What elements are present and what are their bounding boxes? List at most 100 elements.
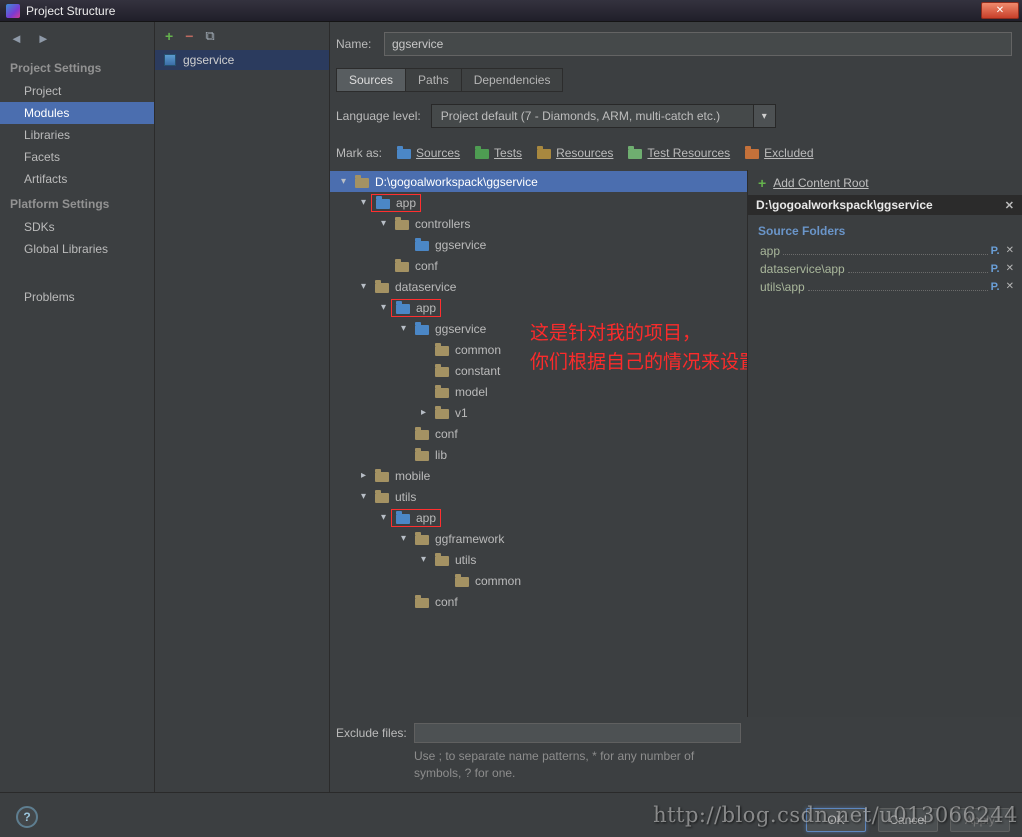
chevron-down-icon[interactable]: ▾: [396, 533, 411, 544]
tree-row[interactable]: conf: [330, 423, 747, 444]
ok-button[interactable]: OK: [806, 808, 866, 832]
tab-sources[interactable]: Sources: [336, 68, 406, 92]
tree-row[interactable]: ▾D:\gogoalworkspack\ggservice: [330, 171, 747, 192]
package-prefix-icon[interactable]: P.: [991, 244, 1000, 258]
chevron-down-icon[interactable]: ▾: [396, 323, 411, 334]
tree-node-label: app: [416, 301, 436, 315]
tree-row[interactable]: ▾ggframework: [330, 528, 747, 549]
tree-row[interactable]: ▸mobile: [330, 465, 747, 486]
folder-icon: [435, 367, 449, 377]
exclude-files-input[interactable]: [414, 723, 741, 743]
name-row: Name:: [336, 32, 1012, 56]
tree-row[interactable]: ▾app: [330, 192, 747, 213]
tree-row[interactable]: lib: [330, 444, 747, 465]
back-icon[interactable]: ◄: [10, 31, 23, 46]
content-root-panel: + Add Content Root D:\gogoalworkspack\gg…: [747, 170, 1022, 717]
dialog-footer: ? http://blog.csdn.net/u013066244 OK Can…: [0, 792, 1022, 837]
package-prefix-icon[interactable]: P.: [991, 280, 1000, 294]
folder-icon: [435, 556, 449, 566]
chevron-down-icon[interactable]: ▾: [416, 554, 431, 565]
tree-row[interactable]: ▾dataservice: [330, 276, 747, 297]
tree-node-label: common: [455, 343, 501, 357]
remove-module-icon[interactable]: −: [185, 29, 193, 43]
chevron-down-icon[interactable]: ▾: [356, 197, 371, 208]
mark-as-resources[interactable]: Resources: [537, 146, 613, 160]
source-folder-row[interactable]: utils\appP.✕: [748, 278, 1022, 296]
chevron-down-icon[interactable]: ▾: [376, 302, 391, 313]
chevron-down-icon[interactable]: ▾: [753, 105, 775, 127]
dialog-content: ◄ ► Project SettingsProjectModulesLibrar…: [0, 22, 1022, 792]
module-list-item[interactable]: ggservice: [155, 50, 329, 70]
sidebar-item-artifacts[interactable]: Artifacts: [0, 168, 154, 190]
tree-row[interactable]: model: [330, 381, 747, 402]
copy-module-icon[interactable]: ⧉: [205, 29, 214, 43]
source-folder-row[interactable]: appP.✕: [748, 242, 1022, 260]
modules-toolbar: + − ⧉: [155, 22, 329, 50]
tab-paths[interactable]: Paths: [405, 68, 462, 92]
sidebar-item-libraries[interactable]: Libraries: [0, 124, 154, 146]
exclude-files-label: Exclude files:: [336, 726, 414, 740]
sidebar-item-sdks[interactable]: SDKs: [0, 216, 154, 238]
tree-row[interactable]: ▸v1: [330, 402, 747, 423]
remove-content-root-icon[interactable]: ✕: [1005, 199, 1014, 212]
tree-node-label: controllers: [415, 217, 470, 231]
module-label: ggservice: [183, 53, 234, 67]
module-name-input[interactable]: [384, 32, 1012, 56]
content-root-header[interactable]: D:\gogoalworkspack\ggservice ✕: [748, 195, 1022, 215]
add-content-root-button[interactable]: + Add Content Root: [748, 170, 1022, 195]
chevron-down-icon[interactable]: ▾: [356, 491, 371, 502]
chevron-down-icon[interactable]: ▾: [356, 281, 371, 292]
folder-icon: [396, 304, 410, 314]
red-annotation-text: 这是针对我的项目， 你们根据自己的情况来设置: [530, 319, 747, 377]
sidebar-item-project[interactable]: Project: [0, 80, 154, 102]
sidebar-item-modules[interactable]: Modules: [0, 102, 154, 124]
mark-as-test-resources[interactable]: Test Resources: [628, 146, 730, 160]
remove-source-folder-icon[interactable]: ✕: [1006, 280, 1014, 294]
help-button[interactable]: ?: [16, 806, 38, 828]
sidebar-item-problems[interactable]: Problems: [0, 286, 154, 308]
chevron-right-icon[interactable]: ▸: [356, 470, 371, 481]
tab-dependencies[interactable]: Dependencies: [461, 68, 564, 92]
tree-row[interactable]: ggservice: [330, 234, 747, 255]
cancel-button[interactable]: Cancel: [878, 808, 938, 832]
remove-source-folder-icon[interactable]: ✕: [1006, 244, 1014, 258]
titlebar[interactable]: Project Structure ✕: [0, 0, 1022, 22]
tree-node-label: utils: [395, 490, 416, 504]
folder-icon: [415, 535, 429, 545]
add-module-icon[interactable]: +: [165, 29, 173, 43]
apply-button[interactable]: Apply: [950, 808, 1010, 832]
add-content-root-label: Add Content Root: [773, 176, 868, 190]
window-close-button[interactable]: ✕: [981, 2, 1019, 19]
tree-node: conf: [391, 258, 442, 274]
chevron-right-icon[interactable]: ▸: [416, 407, 431, 418]
language-level-select[interactable]: Project default (7 - Diamonds, ARM, mult…: [431, 104, 776, 128]
tree-node: ggservice: [411, 321, 490, 337]
forward-icon[interactable]: ►: [37, 31, 50, 46]
chevron-down-icon[interactable]: ▾: [376, 512, 391, 523]
tree-row[interactable]: ▾app: [330, 507, 747, 528]
tree-row[interactable]: ▾ app: [330, 297, 747, 318]
folder-icon: [415, 451, 429, 461]
sidebar-item-global-libraries[interactable]: Global Libraries: [0, 238, 154, 260]
folder-icon: [435, 346, 449, 356]
tree-node: constant: [431, 363, 504, 379]
tree-node-label: conf: [435, 595, 458, 609]
tree-row[interactable]: ▾ utils: [330, 486, 747, 507]
mark-as-sources[interactable]: Sources: [397, 146, 460, 160]
tree-row[interactable]: common: [330, 570, 747, 591]
tree-node-label: conf: [435, 427, 458, 441]
remove-source-folder-icon[interactable]: ✕: [1006, 262, 1014, 276]
chevron-down-icon[interactable]: ▾: [336, 176, 351, 187]
chevron-down-icon[interactable]: ▾: [376, 218, 391, 229]
tree-row[interactable]: ▾ controllers: [330, 213, 747, 234]
mark-as-tests[interactable]: Tests: [475, 146, 522, 160]
package-prefix-icon[interactable]: P.: [991, 262, 1000, 276]
tree-row[interactable]: conf: [330, 255, 747, 276]
source-folder-row[interactable]: dataservice\appP.✕: [748, 260, 1022, 278]
mark-as-excluded[interactable]: Excluded: [745, 146, 813, 160]
sidebar-item-facets[interactable]: Facets: [0, 146, 154, 168]
tree-row[interactable]: ▾utils: [330, 549, 747, 570]
mark-as-label: Mark as:: [336, 146, 382, 160]
tree-row[interactable]: conf: [330, 591, 747, 612]
sidebar-nav: Project SettingsProjectModulesLibrariesF…: [0, 54, 154, 308]
